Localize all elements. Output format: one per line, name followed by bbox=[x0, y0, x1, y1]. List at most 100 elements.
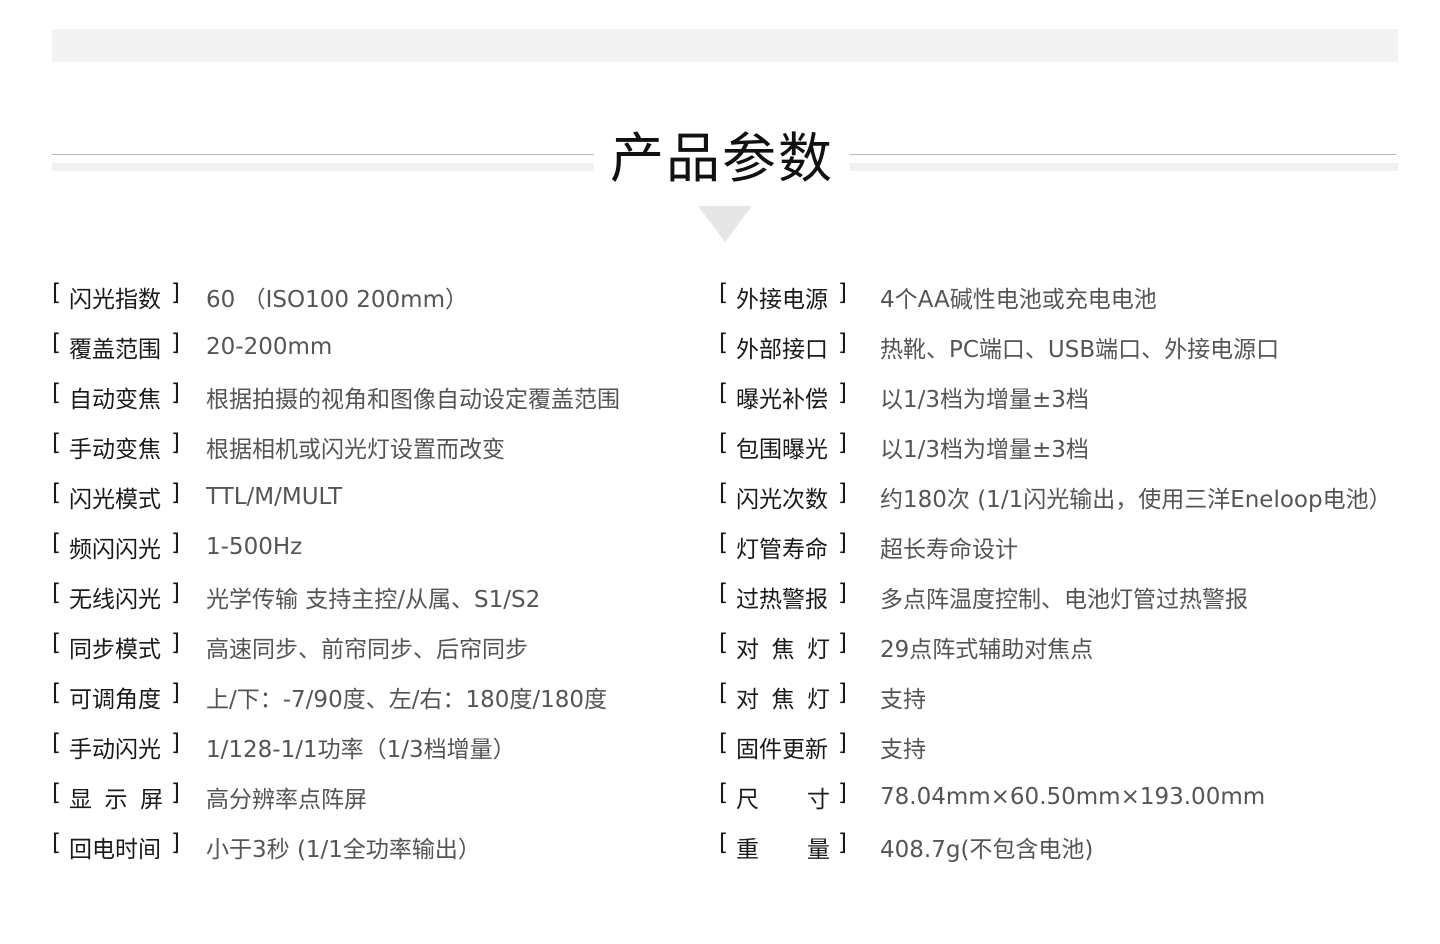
spec-label: [闪光指数] bbox=[52, 280, 180, 314]
spec-row: [同步模式] 高速同步、前帘同步、后帘同步 bbox=[52, 622, 692, 672]
label-close-bracket: ] bbox=[838, 680, 847, 706]
spec-label-text: 显示屏 bbox=[68, 787, 164, 813]
spec-row: [过热警报] 多点阵温度控制、电池灯管过热警报 bbox=[719, 572, 1419, 622]
spec-value: 根据拍摄的视角和图像自动设定覆盖范围 bbox=[206, 387, 620, 413]
spec-label: [自动变焦] bbox=[52, 380, 180, 414]
label-open-bracket: [ bbox=[719, 830, 728, 856]
label-open-bracket: [ bbox=[719, 380, 728, 406]
spec-row: [闪光指数] 60 （ISO100 200mm） bbox=[52, 272, 692, 322]
label-close-bracket: ] bbox=[838, 730, 847, 756]
spec-label: [ 对焦灯] bbox=[719, 630, 847, 664]
spec-label: [手动闪光] bbox=[52, 730, 180, 764]
label-open-bracket: [ bbox=[719, 780, 728, 806]
label-open-bracket: [ bbox=[52, 430, 61, 456]
spec-value: 高速同步、前帘同步、后帘同步 bbox=[206, 637, 528, 663]
label-close-bracket: ] bbox=[838, 780, 847, 806]
label-open-bracket: [ bbox=[52, 280, 61, 306]
spec-label: [对焦灯] bbox=[719, 680, 847, 714]
spec-row: [自动变焦] 根据拍摄的视角和图像自动设定覆盖范围 bbox=[52, 372, 692, 422]
spec-label: [手动变焦] bbox=[52, 430, 180, 464]
spec-label: [曝光补偿] bbox=[719, 380, 847, 414]
spec-value: 热靴、PC端口、USB端口、外接电源口 bbox=[880, 337, 1280, 363]
spec-label-text: 对焦灯 bbox=[735, 637, 831, 663]
spec-row: [ 回电时间] 小于3秒 (1/1全功率输出） bbox=[52, 822, 692, 872]
spec-label: [闪光次数] bbox=[719, 480, 847, 514]
spec-label-text: 回电时间 bbox=[68, 837, 161, 863]
spec-value: 1-500Hz bbox=[206, 534, 303, 560]
spec-label: [ 闪光模式] bbox=[52, 480, 180, 514]
label-close-bracket: ] bbox=[171, 780, 180, 806]
down-arrow-icon bbox=[698, 206, 752, 242]
label-close-bracket: ] bbox=[171, 730, 180, 756]
spec-row: [ 固件更新] 支持 bbox=[719, 722, 1419, 772]
spec-value: 60 （ISO100 200mm） bbox=[206, 287, 468, 313]
spec-value: 支持 bbox=[880, 687, 926, 713]
spec-label: [显示屏] bbox=[52, 780, 180, 814]
spec-value: 支持 bbox=[880, 737, 926, 763]
spec-label-text: 固件更新 bbox=[735, 737, 828, 763]
label-close-bracket: ] bbox=[171, 580, 180, 606]
spec-row: [频闪闪光] 1-500Hz bbox=[52, 522, 692, 572]
spec-label-text: 无线闪光 bbox=[68, 587, 161, 613]
top-banner-strip bbox=[52, 29, 1398, 62]
label-close-bracket: ] bbox=[838, 530, 847, 556]
spec-label-text: 对焦灯 bbox=[735, 687, 831, 713]
spec-label: [灯管寿命] bbox=[719, 530, 847, 564]
spec-label-text: 可调角度 bbox=[68, 687, 161, 713]
title-divider-right bbox=[850, 154, 1396, 155]
spec-row: [尺寸] 78.04mm×60.50mm×193.00mm bbox=[719, 772, 1419, 822]
spec-value: 根据相机或闪光灯设置而改变 bbox=[206, 437, 505, 463]
spec-row: [闪光模式] TTL/M/MULT bbox=[52, 472, 692, 522]
label-close-bracket: ] bbox=[838, 330, 847, 356]
spec-label: [同步模式] bbox=[52, 630, 180, 664]
spec-label: [重量] bbox=[719, 830, 847, 864]
spec-label-text: 覆盖范围 bbox=[68, 337, 161, 363]
spec-label: [频闪闪光] bbox=[52, 530, 180, 564]
label-open-bracket: [ bbox=[719, 580, 728, 606]
spec-row: [外部接口] 热靴、PC端口、USB端口、外接电源口 bbox=[719, 322, 1419, 372]
title-band-right bbox=[850, 163, 1398, 171]
spec-value: 以1/3档为增量±3档 bbox=[880, 437, 1089, 463]
spec-label: [无线闪光] bbox=[52, 580, 180, 614]
label-close-bracket: ] bbox=[838, 280, 847, 306]
spec-label: [包围曝光] bbox=[719, 430, 847, 464]
spec-row: [覆盖范围] 20-200mm bbox=[52, 322, 692, 372]
spec-label-text: 包围曝光 bbox=[735, 437, 828, 463]
label-close-bracket: ] bbox=[838, 830, 847, 856]
label-close-bracket: ] bbox=[838, 480, 847, 506]
spec-label-text: 频闪闪光 bbox=[68, 537, 161, 563]
label-close-bracket: ] bbox=[171, 380, 180, 406]
spec-row: [重量] 408.7g(不包含电池) bbox=[719, 822, 1419, 872]
spec-label-text: 自动变焦 bbox=[68, 387, 161, 413]
spec-row: [外接电源] 4个AA碱性电池或充电电池 bbox=[719, 272, 1419, 322]
spec-row: [灯管寿命] 超长寿命设计 bbox=[719, 522, 1419, 572]
spec-value: 20-200mm bbox=[206, 334, 333, 360]
label-open-bracket: [ bbox=[52, 730, 61, 756]
label-open-bracket: [ bbox=[719, 330, 728, 356]
spec-value: 光学传输 支持主控/从属、S1/S2 bbox=[206, 587, 541, 613]
label-close-bracket: ] bbox=[838, 630, 847, 656]
spec-row: [对焦灯] 支持 bbox=[719, 672, 1419, 722]
label-close-bracket: ] bbox=[171, 480, 180, 506]
spec-value: 超长寿命设计 bbox=[880, 537, 1018, 563]
label-open-bracket: [ bbox=[719, 730, 728, 756]
label-open-bracket: [ bbox=[52, 330, 61, 356]
spec-value: 以1/3档为增量±3档 bbox=[880, 387, 1089, 413]
spec-label-text: 闪光次数 bbox=[735, 487, 828, 513]
spec-value: 408.7g(不包含电池) bbox=[880, 837, 1094, 863]
label-open-bracket: [ bbox=[52, 830, 61, 856]
spec-value: 小于3秒 (1/1全功率输出） bbox=[206, 837, 481, 863]
label-close-bracket: ] bbox=[171, 830, 180, 856]
spec-label: [可调角度] bbox=[52, 680, 180, 714]
spec-value: 78.04mm×60.50mm×193.00mm bbox=[880, 784, 1266, 810]
spec-row: [手动变焦] 根据相机或闪光灯设置而改变 bbox=[52, 422, 692, 472]
spec-label: [ 固件更新] bbox=[719, 730, 847, 764]
title-band-left bbox=[52, 163, 594, 171]
spec-label-text: 闪光模式 bbox=[68, 487, 161, 513]
spec-row: [显示屏] 高分辨率点阵屏 bbox=[52, 772, 692, 822]
spec-label-text: 灯管寿命 bbox=[735, 537, 828, 563]
spec-value: 多点阵温度控制、电池灯管过热警报 bbox=[880, 587, 1248, 613]
spec-row: [曝光补偿] 以1/3档为增量±3档 bbox=[719, 372, 1419, 422]
label-open-bracket: [ bbox=[719, 630, 728, 656]
label-open-bracket: [ bbox=[52, 480, 61, 506]
